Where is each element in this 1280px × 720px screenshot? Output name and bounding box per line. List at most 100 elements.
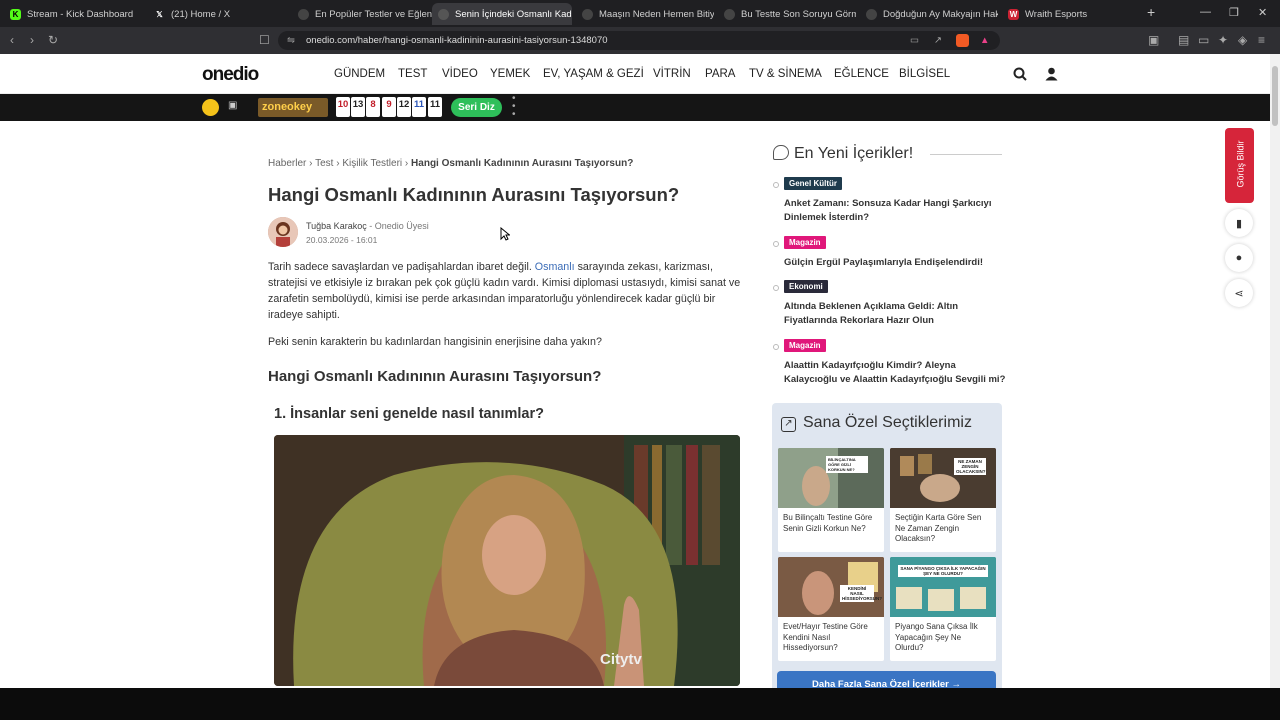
- nav-bilgisel[interactable]: BİLGİSEL: [899, 68, 950, 80]
- nav-gundem[interactable]: GÜNDEM: [334, 68, 385, 80]
- tab-onedio-5[interactable]: Doğduğun Ay Makyajın Hakkı: [860, 3, 998, 25]
- nav-vitrin[interactable]: VİTRİN: [653, 68, 691, 80]
- ad-cta-button[interactable]: Seri Diz: [451, 98, 502, 117]
- wallet-icon[interactable]: ▭: [1198, 33, 1209, 47]
- page-viewport: onedio GÜNDEM TEST VİDEO YEMEK EV, YAŞAM…: [0, 54, 1270, 688]
- share-icon[interactable]: ↗: [934, 31, 942, 50]
- news-item-title[interactable]: Alaattin Kadayıfçıoğlu Kimdir? Aleyna Ka…: [784, 359, 1006, 387]
- timeline-dot: [773, 182, 779, 188]
- new-tab-icon[interactable]: +: [1147, 4, 1155, 20]
- vpn-icon[interactable]: ◈: [1238, 33, 1247, 47]
- scrollbar[interactable]: [1270, 54, 1280, 688]
- media-watermark: Citytv: [600, 651, 642, 668]
- more-picks-button[interactable]: Daha Fazla Sana Özel İçerikler →: [777, 671, 996, 688]
- tab-onedio-3[interactable]: Maaşın Neden Hemen Bitiyor?: [576, 3, 714, 25]
- more-icon[interactable]: • • •: [512, 94, 516, 120]
- category-badge[interactable]: Magazin: [784, 236, 826, 249]
- ad-banner[interactable]: ▣ zoneokey 10 13 8 9 12 11 11 Seri Diz •…: [0, 94, 1270, 121]
- nav-tv-sinema[interactable]: TV & SİNEMA: [749, 68, 822, 80]
- nav-ev-yasam-gezi[interactable]: EV, YAŞAM & GEZİ: [543, 68, 644, 80]
- news-item-title[interactable]: Anket Zamanı: Sonsuza Kadar Hangi Şarkıc…: [784, 197, 1006, 225]
- brave-rewards-icon[interactable]: ▲: [980, 31, 989, 50]
- tab-onedio-active[interactable]: Senin İçindeki Osmanlı Kad✕: [432, 3, 572, 25]
- scrollbar-thumb[interactable]: [1272, 66, 1278, 126]
- nav-yemek[interactable]: YEMEK: [490, 68, 530, 80]
- category-badge[interactable]: Magazin: [784, 339, 826, 352]
- reload-icon[interactable]: ↻: [48, 33, 58, 47]
- pick-caption: Evet/Hayır Testine Göre Kendini Nasıl Hi…: [783, 622, 868, 652]
- site-header: onedio GÜNDEM TEST VİDEO YEMEK EV, YAŞAM…: [0, 54, 1270, 94]
- site-logo[interactable]: onedio: [202, 64, 259, 86]
- breadcrumb-test[interactable]: Test: [315, 158, 333, 169]
- brave-shield-icon[interactable]: [956, 34, 969, 47]
- tile-number: 11: [428, 97, 442, 117]
- category-badge[interactable]: Ekonomi: [784, 280, 828, 293]
- news-item-title[interactable]: Altında Beklenen Açıklama Geldi: Altın F…: [784, 300, 1006, 328]
- site-info-icon[interactable]: ⇋: [287, 31, 295, 50]
- taskbar: [0, 688, 1280, 720]
- restore-icon[interactable]: ❐: [1229, 6, 1239, 19]
- breadcrumb-current: Hangi Osmanlı Kadınının Aurasını Taşıyor…: [411, 158, 634, 169]
- pick-thumbnail: KENDİNİ NASIL HİSSEDİYORSUN?: [778, 557, 884, 617]
- ai-icon[interactable]: ✦: [1218, 33, 1228, 47]
- breadcrumb-kisilik[interactable]: Kişilik Testleri: [342, 158, 402, 169]
- nav-video[interactable]: VİDEO: [442, 68, 478, 80]
- nav-eglence[interactable]: EĞLENCE: [834, 68, 889, 80]
- search-icon[interactable]: [1013, 67, 1027, 81]
- tab-wraith[interactable]: W Wraith Esports: [1002, 3, 1140, 25]
- onedio-icon: [866, 8, 877, 20]
- onedio-icon: [724, 8, 735, 20]
- cast-icon[interactable]: ▭: [910, 31, 919, 50]
- tab-kick[interactable]: K Stream - Kick Dashboard: [4, 3, 144, 25]
- nav-para[interactable]: PARA: [705, 68, 735, 80]
- tile-number: 11: [412, 97, 426, 117]
- avatar[interactable]: [268, 217, 298, 247]
- tab-onedio-1[interactable]: En Popüler Testler ve Eğlenceli: [292, 3, 432, 25]
- publish-date: 20.03.2026 - 16:01: [306, 235, 378, 245]
- tile-number: 12: [397, 97, 411, 117]
- tab-x[interactable]: 𝕏 (21) Home / X: [148, 3, 288, 25]
- pick-card[interactable]: KENDİNİ NASIL HİSSEDİYORSUN? Evet/Hayır …: [778, 557, 884, 661]
- question-gif[interactable]: Citytv: [274, 435, 740, 686]
- menu-icon[interactable]: ≡: [1258, 33, 1265, 47]
- bookmark-icon[interactable]: ▮: [1225, 209, 1253, 237]
- tile-number: 9: [382, 97, 396, 117]
- comments-icon[interactable]: ●: [1225, 244, 1253, 272]
- bookmark-icon[interactable]: ☐: [259, 33, 270, 47]
- news-item-title[interactable]: Gülçin Ergül Paylaşımlarıyla Endişelendi…: [784, 256, 1006, 270]
- pick-card[interactable]: NE ZAMAN ZENGİN OLACAKSIN? Seçtiğin Kart…: [890, 448, 996, 552]
- osmanli-link[interactable]: Osmanlı: [535, 261, 575, 273]
- pick-caption: Bu Bilinçaltı Testine Göre Senin Gizli K…: [783, 513, 873, 533]
- reader-icon[interactable]: ▤: [1178, 33, 1189, 47]
- nav-test[interactable]: TEST: [398, 68, 427, 80]
- breadcrumb-haberler[interactable]: Haberler: [268, 158, 306, 169]
- personal-picks-box: ↗ Sana Özel Seçtiklerimiz BİLİNÇALTINA G…: [772, 403, 1002, 688]
- forward-icon[interactable]: ›: [30, 33, 34, 47]
- pick-thumbnail: SANA PİYANGO ÇIKSA İLK YAPACAĞIN ŞEY NE …: [890, 557, 996, 617]
- category-badge[interactable]: Genel Kültür: [784, 177, 843, 190]
- latest-content-title: En Yeni İçerikler!: [773, 145, 913, 163]
- share-icon[interactable]: ⋖: [1225, 279, 1253, 307]
- section-heading: Hangi Osmanlı Kadınının Aurasını Taşıyor…: [268, 368, 602, 385]
- timeline-dot: [773, 344, 779, 350]
- pick-card[interactable]: SANA PİYANGO ÇIKSA İLK YAPACAĞIN ŞEY NE …: [890, 557, 996, 661]
- feedback-button[interactable]: Görüş Bildir: [1225, 128, 1254, 203]
- external-link-icon: ↗: [781, 417, 796, 432]
- close-window-icon[interactable]: ✕: [1258, 6, 1267, 19]
- back-icon[interactable]: ‹: [10, 33, 14, 47]
- tile-number: 13: [351, 97, 365, 117]
- ad-brand: zoneokey: [258, 98, 328, 117]
- pick-caption: Seçtiğin Karta Göre Sen Ne Zaman Zengin …: [895, 513, 982, 543]
- author-name[interactable]: Tuğba Karakoç: [306, 221, 367, 231]
- divider: [930, 154, 1002, 155]
- minimize-icon[interactable]: —: [1200, 6, 1211, 18]
- sidebar-icon[interactable]: ▣: [1148, 33, 1159, 47]
- url-bar[interactable]: ⇋ onedio.com/haber/hangi-osmanli-kadinin…: [278, 31, 1000, 50]
- user-icon[interactable]: [1045, 67, 1058, 81]
- author-role: - Onedio Üyesi: [369, 221, 429, 231]
- thumbnail-badge: BİLİNÇALTINA GÖRE GİZLİ KORKUN NE?: [826, 456, 868, 473]
- pick-card[interactable]: BİLİNÇALTINA GÖRE GİZLİ KORKUN NE? Bu Bi…: [778, 448, 884, 552]
- tab-onedio-4[interactable]: Bu Testte Son Soruyu Görmek: [718, 3, 856, 25]
- url-text: onedio.com/haber/hangi-osmanli-kadininin…: [306, 35, 608, 46]
- timeline-dot: [773, 285, 779, 291]
